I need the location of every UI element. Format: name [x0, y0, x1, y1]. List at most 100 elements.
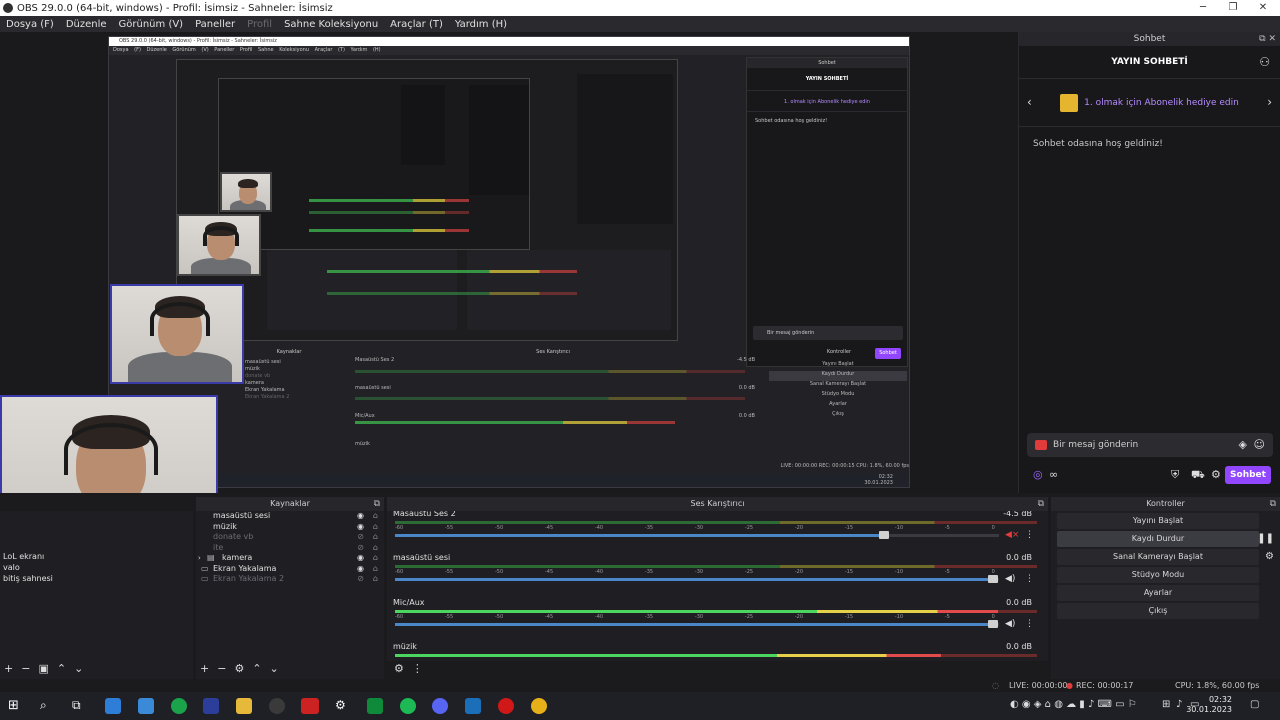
- cart-icon[interactable]: ⛟: [1191, 468, 1205, 483]
- studio-mode-button[interactable]: Stüdyo Modu: [1057, 567, 1259, 583]
- scene-item[interactable]: LoL ekranı: [0, 551, 193, 562]
- more-vertical-icon[interactable]: ⋮: [1025, 574, 1034, 584]
- lock-icon[interactable]: ⌂: [373, 553, 378, 564]
- source-item[interactable]: ▭ Ekran Yakalama ◉ ⌂: [196, 564, 384, 575]
- volume-slider[interactable]: [395, 531, 999, 539]
- chat-send-button[interactable]: Sohbet: [1225, 466, 1271, 484]
- gear-icon[interactable]: ⚙: [234, 662, 244, 675]
- tray-icons[interactable]: ◐ ◉ ◈ ⌂ ◍ ☁ ▮ ♪ ⌨ ▭ ⚐: [1010, 699, 1137, 710]
- shield-icon[interactable]: ⛨: [1171, 468, 1179, 482]
- app-icon[interactable]: [203, 698, 219, 714]
- slider-handle[interactable]: [987, 575, 998, 583]
- pause-icon[interactable]: ❚❚: [1257, 533, 1274, 544]
- chevron-down-icon[interactable]: ⌄: [270, 662, 279, 675]
- minus-icon[interactable]: −: [217, 662, 226, 675]
- menu-scene-collection[interactable]: Sahne Koleksiyonu: [278, 19, 384, 30]
- eye-hidden-icon[interactable]: ⊘: [357, 574, 364, 585]
- source-item[interactable]: donate vb ⊘ ⌂: [196, 532, 384, 543]
- gear-icon[interactable]: ⚙: [1265, 551, 1274, 562]
- speaker-icon[interactable]: ◀): [1005, 619, 1015, 629]
- restore-button[interactable]: ❐: [1218, 0, 1248, 16]
- more-vertical-icon[interactable]: ⋮: [1025, 619, 1034, 629]
- menu-view[interactable]: Görünüm (V): [113, 19, 190, 30]
- menu-tools[interactable]: Araçlar (T): [384, 19, 449, 30]
- chevron-down-icon[interactable]: ⌄: [74, 662, 83, 675]
- lock-icon[interactable]: ⌂: [373, 574, 378, 585]
- muted-speaker-icon[interactable]: ◀×: [1005, 530, 1019, 540]
- chrome-icon[interactable]: [531, 698, 547, 714]
- obs-taskbar-icon[interactable]: [269, 698, 285, 714]
- eye-icon[interactable]: ◉: [357, 511, 364, 522]
- scene-item[interactable]: bitiş sahnesi: [0, 573, 193, 584]
- chat-message-input[interactable]: Bir mesaj gönderin ◈ ☺: [1027, 433, 1273, 457]
- discord-icon[interactable]: [432, 698, 448, 714]
- bits-icon[interactable]: ◈: [1239, 438, 1247, 451]
- opera-icon[interactable]: [498, 698, 514, 714]
- windows-start-icon[interactable]: ⊞: [8, 698, 24, 714]
- chevron-right-icon[interactable]: ›: [198, 553, 201, 564]
- chevron-up-icon[interactable]: ⌃: [252, 662, 261, 675]
- app-green-icon[interactable]: [367, 698, 383, 714]
- more-vertical-icon[interactable]: ⋮: [412, 662, 423, 675]
- stop-recording-button[interactable]: Kaydı Durdur: [1057, 531, 1259, 547]
- exit-button[interactable]: Çıkış: [1057, 603, 1259, 619]
- chevron-right-icon[interactable]: ›: [1267, 95, 1272, 109]
- source-item[interactable]: müzik ◉ ⌂: [196, 522, 384, 533]
- channel-points-icon[interactable]: ◎: [1033, 468, 1043, 481]
- lock-icon[interactable]: ⌂: [373, 543, 378, 554]
- lock-icon[interactable]: ⌂: [373, 532, 378, 543]
- menu-edit[interactable]: Düzenle: [60, 19, 113, 30]
- volume-slider[interactable]: [395, 575, 999, 583]
- steam-icon[interactable]: [465, 698, 481, 714]
- lock-icon[interactable]: ⌂: [373, 511, 378, 522]
- volume-slider[interactable]: [395, 620, 999, 628]
- volume-icon[interactable]: ♪: [1176, 699, 1182, 710]
- close-button[interactable]: ✕: [1248, 0, 1278, 16]
- users-icon[interactable]: ⚇: [1259, 55, 1270, 69]
- chevron-up-icon[interactable]: ⌃: [57, 662, 66, 675]
- source-item[interactable]: masaüstü sesi ◉ ⌂: [196, 511, 384, 522]
- menu-docks[interactable]: Paneller: [189, 19, 241, 30]
- source-group-item[interactable]: › ▤ kamera ◉ ⌂: [196, 553, 384, 564]
- xbox-icon[interactable]: [171, 698, 187, 714]
- plus-icon[interactable]: +: [4, 662, 13, 675]
- emote-icon[interactable]: ☺: [1254, 438, 1265, 451]
- float-icon[interactable]: ⧉: [1270, 497, 1276, 511]
- close-icon[interactable]: ✕: [1268, 34, 1276, 44]
- file-explorer-icon[interactable]: [236, 698, 252, 714]
- scene-item[interactable]: valo: [0, 562, 193, 573]
- network-icon[interactable]: ⊞: [1162, 699, 1170, 710]
- mixer-settings-icon[interactable]: ⚙: [394, 662, 404, 675]
- float-icon[interactable]: ⧉: [374, 497, 380, 511]
- eye-icon[interactable]: ◉: [357, 564, 364, 575]
- eye-hidden-icon[interactable]: ⊘: [357, 532, 364, 543]
- menu-help[interactable]: Yardım (H): [449, 19, 513, 30]
- mail-icon[interactable]: [138, 698, 154, 714]
- spotify-icon[interactable]: [400, 698, 416, 714]
- task-view-icon[interactable]: ⧉: [72, 698, 88, 714]
- source-item[interactable]: ▭ Ekran Yakalama 2 ⊘ ⌂: [196, 574, 384, 585]
- minimize-button[interactable]: ─: [1188, 0, 1218, 16]
- more-vertical-icon[interactable]: ⋮: [1025, 530, 1034, 540]
- slider-handle[interactable]: [879, 531, 890, 539]
- plus-icon[interactable]: +: [200, 662, 209, 675]
- taskbar-clock[interactable]: 02:32 30.01.2023: [1186, 695, 1232, 715]
- speaker-icon[interactable]: ◀): [1005, 574, 1015, 584]
- store-icon[interactable]: [105, 698, 121, 714]
- lock-icon[interactable]: ⌂: [373, 522, 378, 533]
- scene-preview[interactable]: OBS 29.0.0 (64-bit, windows) - Profil: İ…: [0, 32, 1018, 493]
- eye-icon[interactable]: ◉: [357, 553, 364, 564]
- gear-icon[interactable]: ⚙: [1211, 468, 1221, 481]
- filter-icon[interactable]: ▣: [38, 662, 48, 675]
- eye-hidden-icon[interactable]: ⊘: [357, 543, 364, 554]
- settings-gear-icon[interactable]: ⚙: [335, 698, 351, 714]
- video-app-icon[interactable]: [301, 698, 319, 714]
- start-virtual-camera-button[interactable]: Sanal Kamerayı Başlat: [1057, 549, 1259, 565]
- float-icon[interactable]: ⧉: [1259, 34, 1265, 44]
- slider-handle[interactable]: [987, 620, 998, 628]
- source-item[interactable]: ite ⊘ ⌂: [196, 543, 384, 554]
- menu-profile[interactable]: Profil: [241, 19, 278, 30]
- eye-icon[interactable]: ◉: [357, 522, 364, 533]
- float-icon[interactable]: ⧉: [1038, 497, 1044, 511]
- chevron-left-icon[interactable]: ‹: [1027, 95, 1032, 109]
